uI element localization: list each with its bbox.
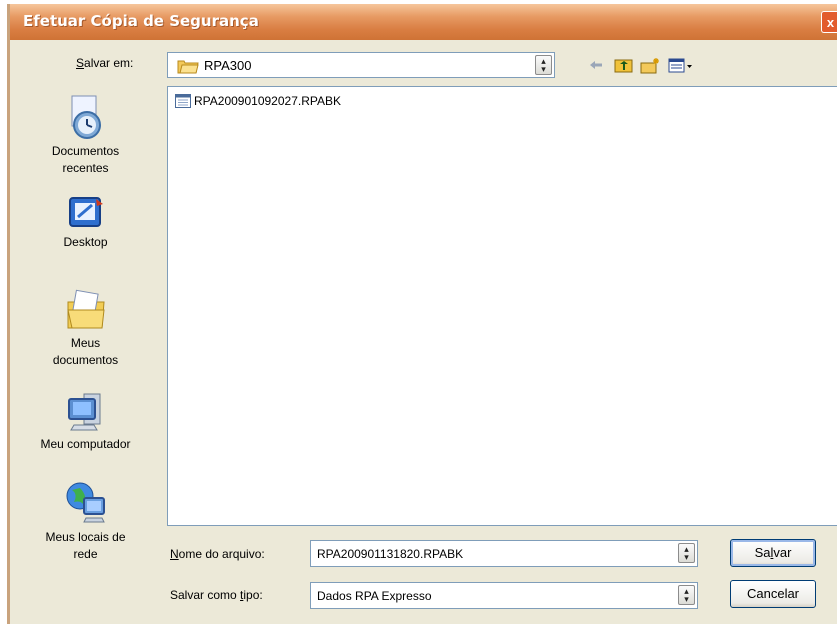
- my-documents-icon: [66, 289, 105, 329]
- filetype-value: Dados RPA Expresso: [317, 589, 432, 603]
- file-name: RPA200901092027.RPABK: [194, 94, 341, 108]
- backup-file-icon: [175, 94, 191, 108]
- place-network[interactable]: Meus locais de rede: [10, 480, 161, 563]
- filename-value: RPA200901131820.RPABK: [317, 547, 464, 561]
- my-computer-icon: [67, 393, 100, 431]
- new-folder-icon[interactable]: [640, 57, 662, 77]
- title-bar[interactable]: Efetuar Cópia de Segurança x: [10, 4, 837, 40]
- up-folder-icon[interactable]: [614, 57, 634, 77]
- save-button[interactable]: Salvar: [730, 539, 816, 567]
- back-arrow-icon[interactable]: [588, 57, 604, 77]
- network-places-icon: [66, 482, 105, 523]
- chevron-down-icon[interactable]: ▴ ▾: [678, 585, 695, 605]
- folder-icon: [177, 58, 199, 77]
- place-desktop[interactable]: Desktop: [10, 195, 161, 251]
- chevron-down-icon[interactable]: ▴ ▾: [535, 55, 552, 75]
- chevron-down-icon[interactable]: ▴ ▾: [678, 543, 695, 563]
- close-button[interactable]: x: [821, 11, 837, 33]
- desktop-icon: [68, 197, 103, 227]
- filetype-dropdown[interactable]: Dados RPA Expresso ▴ ▾: [310, 582, 698, 609]
- recent-documents-icon: [71, 95, 101, 139]
- filename-label: Nome do arquivo:: [170, 547, 265, 561]
- cancel-button[interactable]: Cancelar: [730, 580, 816, 608]
- close-icon: x: [826, 15, 835, 30]
- list-item[interactable]: RPA200901092027.RPABK: [175, 94, 341, 108]
- place-my-computer[interactable]: Meu computador: [10, 391, 161, 453]
- save-in-dropdown[interactable]: RPA300 ▴ ▾: [167, 52, 555, 78]
- places-bar: Documentos recentes Desktop Meus documen…: [10, 88, 161, 568]
- file-list[interactable]: RPA200901092027.RPABK: [167, 86, 837, 526]
- filetype-label: Salvar como tipo:: [170, 588, 263, 602]
- save-in-label: Salvar em:: [76, 56, 134, 70]
- dialog-title: Efetuar Cópia de Segurança: [23, 12, 259, 30]
- current-folder: RPA300: [204, 58, 252, 73]
- save-dialog: Efetuar Cópia de Segurança x Salvar em: …: [7, 4, 837, 624]
- filename-field[interactable]: RPA200901131820.RPABK ▴ ▾: [310, 540, 698, 567]
- place-my-documents[interactable]: Meus documentos: [10, 288, 161, 369]
- place-recent-documents[interactable]: Documentos recentes: [10, 94, 161, 177]
- view-menu-icon[interactable]: [668, 57, 694, 77]
